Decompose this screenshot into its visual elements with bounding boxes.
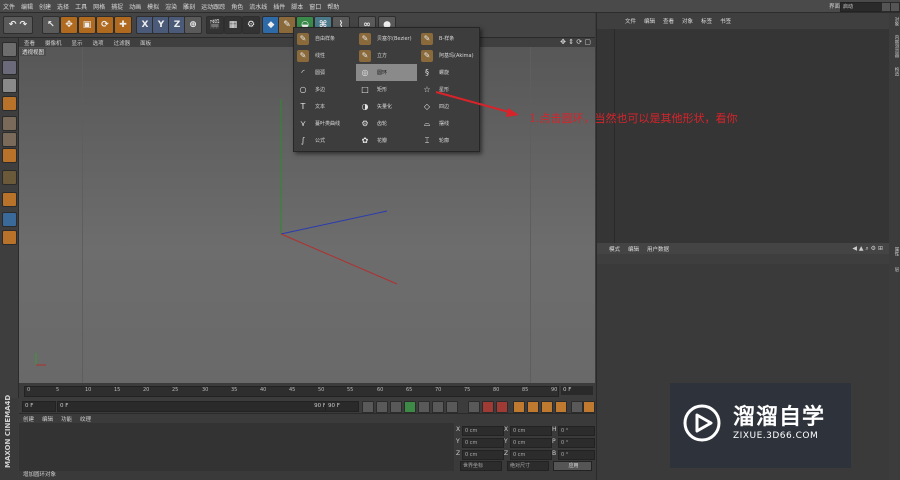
watermark-subtitle: ZIXUE.3D66.COM: [733, 431, 819, 441]
annotation-text: 1.点击圆环，当然也可以是其他形状，看你: [529, 112, 738, 125]
arrow-head: [506, 108, 519, 117]
watermark-title: 溜溜自学: [733, 405, 826, 430]
watermark: 溜溜自学 ZIXUE.3D66.COM: [670, 383, 851, 468]
arrow-line: [435, 91, 517, 115]
play-logo-icon: [683, 404, 721, 442]
